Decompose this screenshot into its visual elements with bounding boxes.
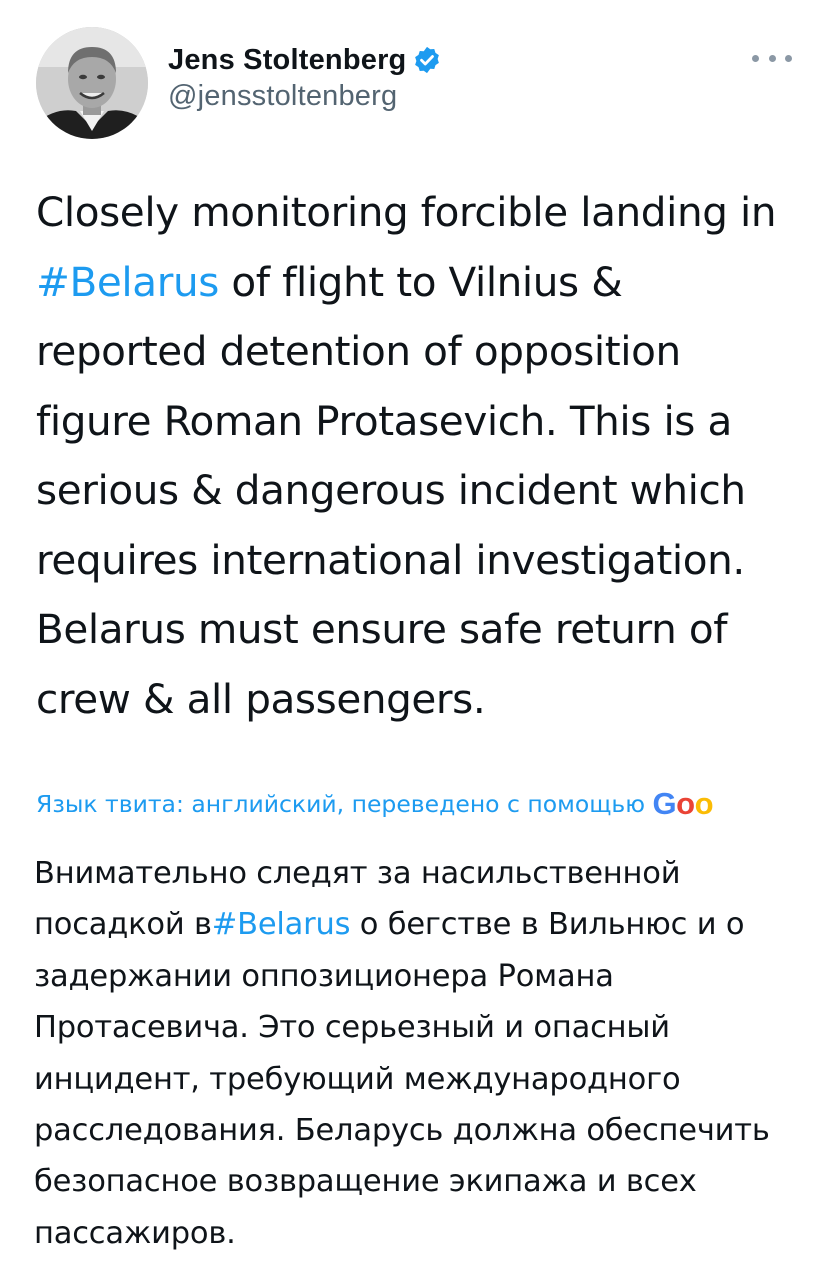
- translation-line-text: расследования. Беларусь должна обеспечит…: [34, 1112, 770, 1148]
- author-handle[interactable]: @jensstoltenberg: [168, 80, 397, 113]
- translation-line: расследования. Беларусь должна обеспечит…: [34, 1105, 814, 1156]
- tweet-line: serious & dangerous incident which: [36, 456, 816, 526]
- translation-line: пассажиров.: [34, 1208, 814, 1259]
- tweet-line-text: figure Roman Protasevich. This is a: [36, 396, 732, 445]
- tweet-line-text: of flight to Vilnius &: [218, 257, 623, 306]
- tweet-line: Closely monitoring forcible landing in: [36, 178, 816, 248]
- translate-label: Язык твита: английский, переведено с пом…: [36, 790, 646, 818]
- tweet-text: Closely monitoring forcible landing in #…: [36, 178, 816, 734]
- translation-line: посадкой в#Belarus о бегстве в Вильнюс и…: [34, 899, 814, 950]
- tweet-line: reported detention of opposition: [36, 317, 816, 387]
- author-name-row[interactable]: Jens Stoltenberg: [168, 40, 442, 80]
- tweet-line-text: serious & dangerous incident which: [36, 466, 746, 514]
- profile-photo: [36, 27, 148, 139]
- tweet-line-text: Belarus must ensure safe return of: [36, 605, 728, 653]
- translation-line-text: задержании оппозиционера Романа: [34, 958, 614, 994]
- logo-letter: o: [694, 786, 714, 821]
- more-dot: [785, 54, 792, 62]
- tweet-line: Belarus must ensure safe return of: [36, 595, 816, 665]
- translation-line-text: безопасное возвращение экипажа и всех: [34, 1164, 697, 1200]
- tweet-line: requires international investigation.: [36, 526, 816, 596]
- translation-line-text: посадкой в: [34, 907, 212, 943]
- translation-line-text: инцидент, требующий международного: [34, 1061, 681, 1097]
- translation-line-text: о бегстве в Вильнюс и о: [350, 907, 745, 943]
- translation-line: инцидент, требующий международного: [34, 1054, 814, 1105]
- logo-letter: o: [676, 786, 695, 821]
- logo-letter: G: [652, 786, 677, 821]
- tweet-line-text: reported detention of opposition: [36, 327, 681, 375]
- translation-line: Внимательно следят за насильственной: [34, 848, 814, 899]
- google-logo-icon: Goo: [653, 786, 714, 821]
- tweet-line: figure Roman Protasevich. This is a: [36, 387, 816, 457]
- more-options-icon[interactable]: [752, 48, 792, 68]
- translation-line-text: Внимательно следят за насильственной: [34, 856, 681, 891]
- avatar[interactable]: [36, 27, 148, 139]
- translation-line: безопасное возвращение экипажа и всех: [34, 1156, 814, 1207]
- translation-line: задержании оппозиционера Романа: [34, 951, 814, 1002]
- tweet: Jens Stoltenberg @jensstoltenberg Closel…: [0, 0, 828, 1280]
- translation-line-text: Протасевича. Это серьезный и опасный: [34, 1010, 670, 1046]
- translation-line: Протасевича. Это серьезный и опасный: [34, 1002, 814, 1053]
- tweet-line: #Belarus of flight to Vilnius &: [36, 248, 816, 318]
- more-dot: [752, 54, 759, 62]
- more-dot: [768, 54, 776, 62]
- translation-line-text: пассажиров.: [34, 1215, 236, 1251]
- verified-badge-icon: [412, 45, 442, 75]
- tweet-line: crew & all passengers.: [36, 665, 816, 735]
- translated-by-link[interactable]: Язык твита: английский, переведено с пом…: [36, 784, 790, 824]
- tweet-line-text: crew & all passengers.: [36, 674, 486, 723]
- tweet-line-text: requires international investigation.: [36, 535, 745, 584]
- hashtag-link[interactable]: #Belarus: [36, 258, 219, 306]
- tweet-line-text: Closely monitoring forcible landing in: [36, 188, 777, 236]
- hashtag-link[interactable]: #Belarus: [212, 907, 351, 942]
- author-display-name[interactable]: Jens Stoltenberg: [168, 44, 406, 77]
- translated-text: Внимательно следят за насильственной пос…: [34, 848, 814, 1259]
